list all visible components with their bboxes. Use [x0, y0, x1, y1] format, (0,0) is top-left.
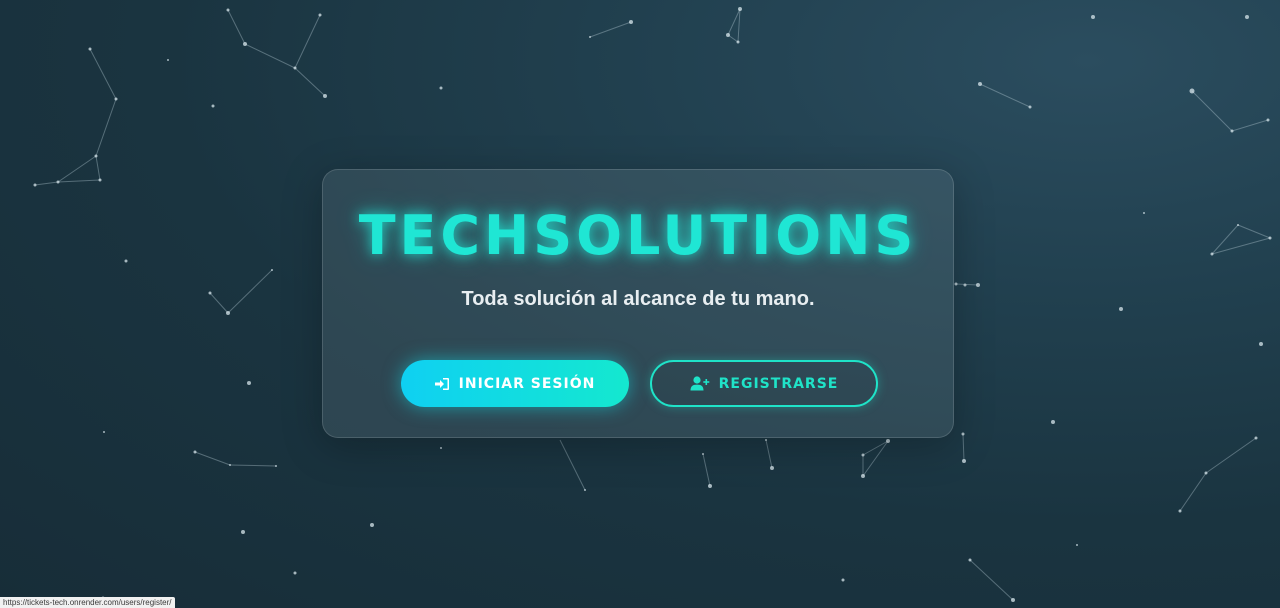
welcome-card: TECHSOLUTIONS Toda solución al alcance d…: [322, 169, 954, 438]
register-button[interactable]: REGISTRARSE: [650, 360, 878, 407]
brand-title: TECHSOLUTIONS: [358, 204, 918, 267]
login-button[interactable]: INICIAR SESIÓN: [401, 360, 629, 407]
status-bar-url: https://tickets-tech.onrender.com/users/…: [0, 597, 175, 608]
brand-tagline: Toda solución al alcance de tu mano.: [461, 288, 815, 310]
sign-in-icon: [434, 377, 450, 391]
user-plus-icon: [690, 376, 710, 391]
login-button-label: INICIAR SESIÓN: [458, 375, 596, 392]
register-button-label: REGISTRARSE: [718, 375, 839, 392]
